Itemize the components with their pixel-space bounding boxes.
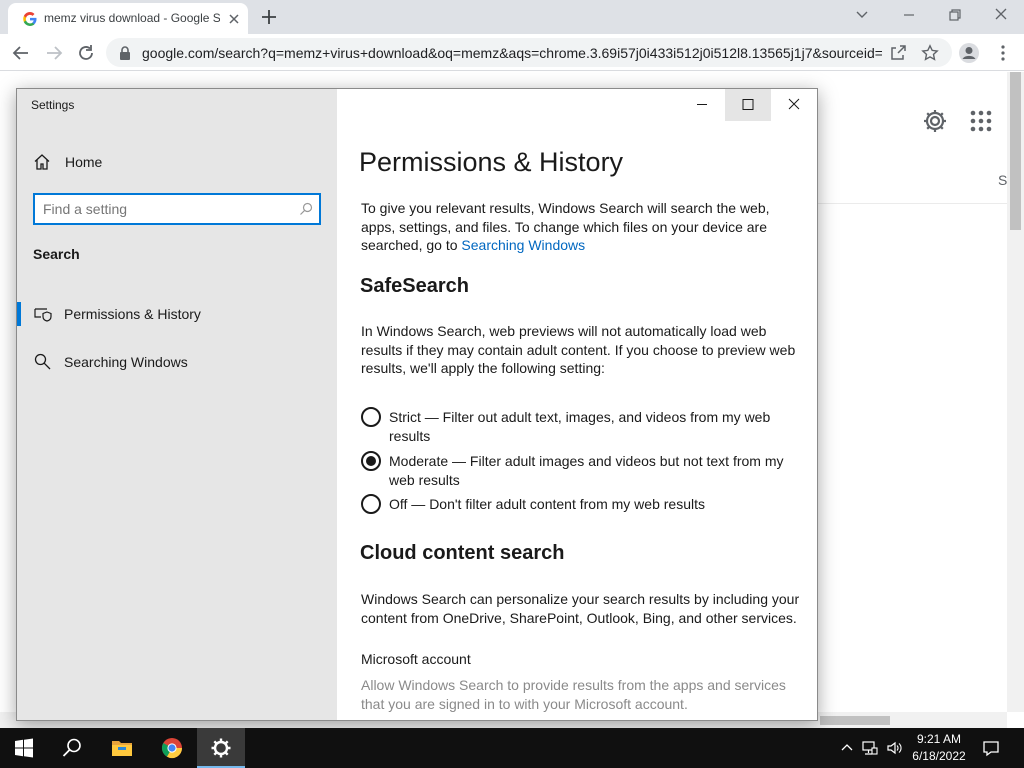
chrome-menu-icon[interactable]	[992, 42, 1014, 64]
close-icon[interactable]	[771, 89, 817, 121]
share-icon[interactable]	[889, 44, 907, 62]
sidebar-item-searching-windows[interactable]: Searching Windows	[17, 349, 337, 375]
home-nav-item[interactable]: Home	[33, 152, 323, 174]
forward-arrow-icon[interactable]	[43, 42, 65, 64]
home-icon	[34, 154, 50, 170]
permissions-history-icon	[34, 308, 52, 322]
page-title: Permissions & History	[359, 147, 624, 177]
vertical-scroll-thumb[interactable]	[1010, 72, 1021, 230]
microsoft-account-heading: Microsoft account	[361, 651, 471, 667]
safesearch-heading: SafeSearch	[360, 275, 469, 297]
gear-icon[interactable]	[922, 108, 948, 134]
searching-windows-link[interactable]: Searching Windows	[461, 237, 585, 253]
notification-icon[interactable]	[982, 739, 1000, 757]
network-icon[interactable]	[862, 740, 878, 756]
radio-button-selected[interactable]	[361, 451, 381, 471]
close-tab-icon[interactable]	[226, 11, 242, 27]
file-explorer-icon	[112, 741, 132, 756]
home-label: Home	[65, 154, 103, 170]
new-tab-icon[interactable]	[260, 8, 278, 26]
start-icon	[15, 738, 33, 758]
settings-content: Permissions & History To give you releva…	[337, 89, 817, 720]
header-divider	[817, 203, 1007, 204]
selected-accent-bar	[17, 302, 21, 326]
back-arrow-icon[interactable]	[10, 42, 32, 64]
window-title: Settings	[31, 98, 75, 112]
search-icon[interactable]	[299, 202, 313, 216]
close-icon[interactable]	[989, 5, 1013, 25]
sidebar-item-permissions-history[interactable]: Permissions & History	[17, 301, 337, 327]
microsoft-account-description: Allow Windows Search to provide results …	[361, 677, 786, 712]
taskbar-search-button[interactable]	[48, 728, 96, 768]
radio-label[interactable]: Off — Don't filter adult content from my…	[389, 495, 799, 514]
tab-search-chevron-icon[interactable]	[850, 5, 874, 25]
volume-icon[interactable]	[886, 740, 902, 756]
lock-icon[interactable]	[118, 45, 132, 61]
address-bar[interactable]: google.com/search?q=memz+virus+download&…	[106, 38, 952, 67]
sidebar-item-label: Searching Windows	[64, 354, 188, 370]
radio-label[interactable]: Moderate — Filter adult images and video…	[389, 452, 799, 489]
radio-button[interactable]	[361, 407, 381, 427]
partial-tab-label[interactable]: S	[998, 172, 1007, 188]
taskbar-chrome[interactable]	[148, 728, 196, 768]
profile-avatar-icon[interactable]	[958, 42, 980, 64]
sidebar-section-heading: Search	[33, 246, 80, 262]
google-favicon-icon	[23, 12, 37, 26]
tab-title: memz virus download - Google Search	[44, 11, 220, 25]
horizontal-scroll-thumb[interactable]	[820, 716, 890, 725]
vertical-scrollbar[interactable]	[1007, 72, 1024, 712]
minimize-icon[interactable]	[679, 89, 725, 121]
cloud-content-description: Windows Search can personalize your sear…	[361, 591, 800, 626]
restore-icon[interactable]	[943, 5, 967, 25]
find-setting-input[interactable]	[43, 200, 283, 218]
chrome-icon	[161, 738, 183, 759]
settings-window: Settings Home Search Permissions & Histo…	[16, 88, 818, 721]
maximize-icon[interactable]	[725, 89, 771, 121]
settings-sidebar: Settings Home Search Permissions & Histo…	[17, 89, 337, 720]
clock-date: 6/18/2022	[912, 749, 966, 763]
taskbar-settings[interactable]	[197, 728, 245, 768]
bookmark-star-icon[interactable]	[921, 44, 939, 62]
intro-paragraph: To give you relevant results, Windows Se…	[361, 199, 801, 255]
apps-grid-icon[interactable]	[970, 110, 992, 132]
browser-tab-strip: memz virus download - Google Search	[0, 0, 1024, 34]
browser-tab[interactable]: memz virus download - Google Search	[8, 3, 248, 34]
radio-button[interactable]	[361, 494, 381, 514]
taskbar: 9:21 AM 6/18/2022	[0, 728, 1024, 768]
cloud-content-heading: Cloud content search	[360, 542, 565, 564]
search-icon	[62, 738, 81, 757]
clock-time: 9:21 AM	[916, 732, 962, 746]
sidebar-item-label: Permissions & History	[64, 306, 201, 322]
minimize-icon[interactable]	[897, 5, 921, 25]
settings-icon	[211, 738, 231, 758]
url-text[interactable]: google.com/search?q=memz+virus+download&…	[142, 45, 882, 61]
system-clock[interactable]: 9:21 AM 6/18/2022	[904, 731, 974, 765]
radio-label[interactable]: Strict — Filter out adult text, images, …	[389, 408, 799, 445]
taskbar-file-explorer[interactable]	[98, 728, 146, 768]
browser-toolbar: google.com/search?q=memz+virus+download&…	[0, 34, 1024, 71]
chevron-up-icon[interactable]	[839, 740, 855, 756]
search-icon	[34, 353, 51, 370]
start-button[interactable]	[0, 728, 48, 768]
find-setting-box[interactable]	[33, 193, 321, 225]
reload-icon[interactable]	[75, 42, 97, 64]
safesearch-description: In Windows Search, web previews will not…	[361, 323, 796, 376]
